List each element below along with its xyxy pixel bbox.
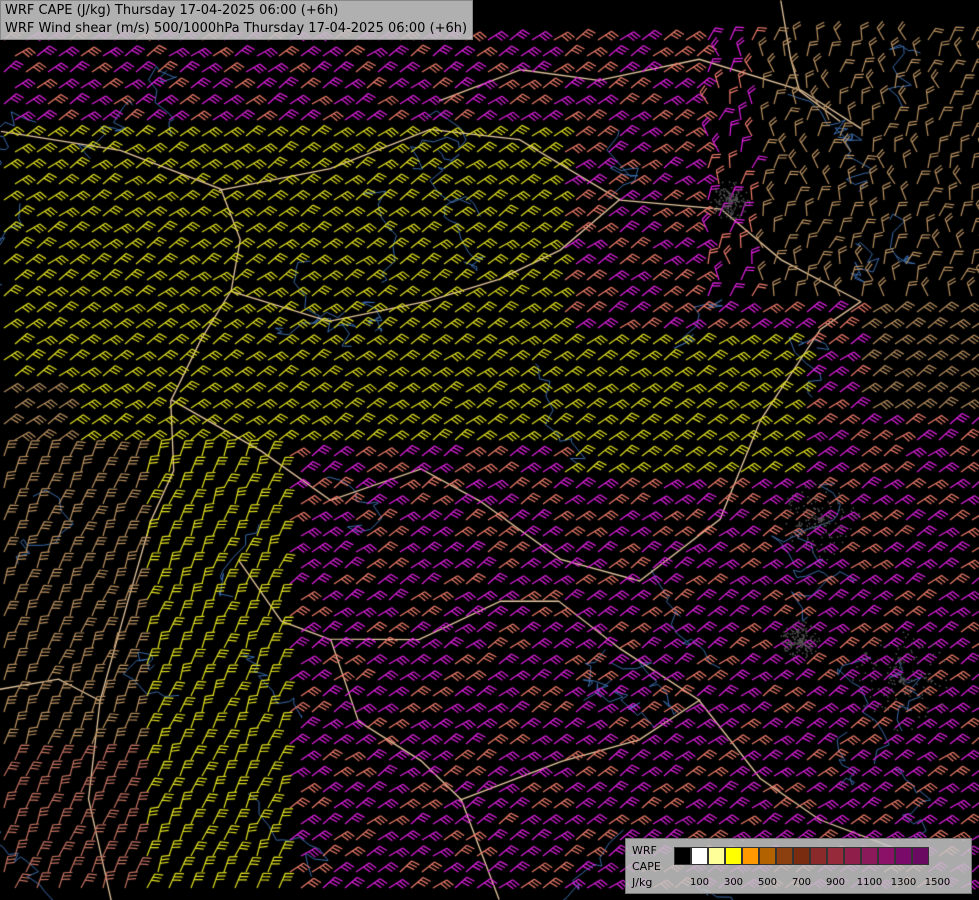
legend-tick-label: 1100 [856, 877, 883, 888]
legend-swatch [793, 847, 810, 865]
legend-swatch [759, 847, 776, 865]
legend-model: WRF [632, 844, 657, 857]
cape-legend: WRF CAPE J/kg 100 300 500 700 900 1100 1300 150… [625, 838, 972, 894]
legend-tick-label: 300 [723, 877, 744, 888]
legend-swatch [742, 847, 759, 865]
legend-unit: J/kg [632, 876, 653, 889]
legend-swatch [810, 847, 827, 865]
legend-swatch [827, 847, 844, 865]
map-title: WRF CAPE (J/kg) Thursday 17-04-2025 06:0… [0, 0, 474, 40]
title-wind-shear: WRF Wind shear (m/s) 500/1000hPa Thursda… [5, 21, 468, 36]
legend-swatch [878, 847, 895, 865]
legend-swatch [691, 847, 708, 865]
legend-tick-label: 700 [791, 877, 812, 888]
legend-swatch [708, 847, 725, 865]
legend-swatch [725, 847, 742, 865]
legend-swatch [912, 847, 929, 865]
legend-tick-label: 1500 [924, 877, 951, 888]
legend-swatch [895, 847, 912, 865]
legend-variable: CAPE [632, 860, 661, 873]
legend-tick-label: 100 [689, 877, 710, 888]
legend-swatch [844, 847, 861, 865]
legend-swatch [861, 847, 878, 865]
legend-swatch [776, 847, 793, 865]
wind-shear-map[interactable] [0, 0, 979, 900]
legend-swatch [674, 847, 691, 865]
title-cape: WRF CAPE (J/kg) Thursday 17-04-2025 06:0… [5, 3, 339, 18]
legend-tick-label: 900 [825, 877, 846, 888]
legend-tick-label: 1300 [890, 877, 917, 888]
legend-tick-label: 500 [757, 877, 778, 888]
